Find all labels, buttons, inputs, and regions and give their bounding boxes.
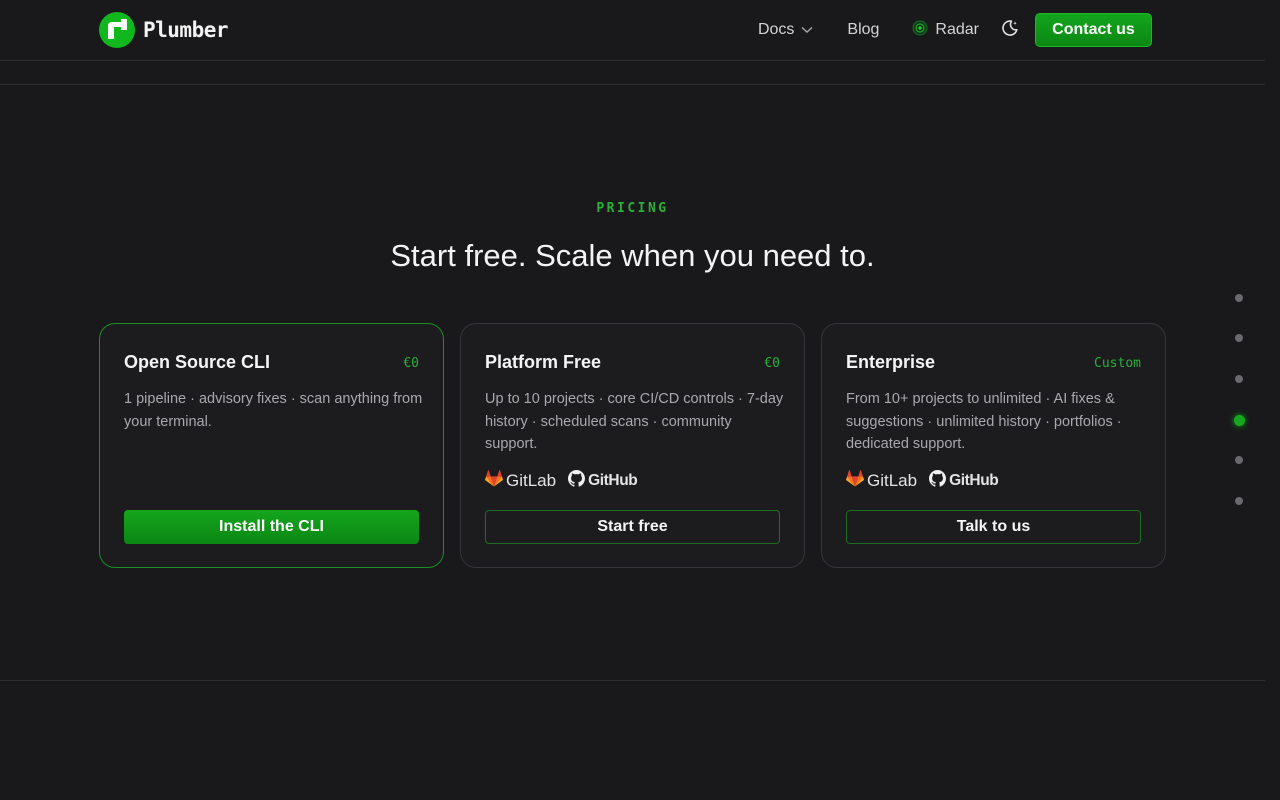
provider-list: GitLab GitHub [485, 470, 649, 492]
provider-list: GitLab GitHub [846, 470, 1010, 492]
gitlab-icon [485, 470, 503, 492]
nav-blog-label: Blog [847, 21, 880, 38]
nav-radar-label: Radar [935, 21, 979, 38]
section-dot[interactable] [1235, 375, 1243, 383]
radar-icon [912, 20, 928, 41]
nav-blog[interactable]: Blog [847, 21, 879, 39]
plan-name: Enterprise [846, 352, 936, 372]
section-dot[interactable] [1235, 456, 1243, 464]
provider-github: GitHub [568, 470, 638, 492]
contact-us-button[interactable]: Contact us [1035, 13, 1152, 47]
section-title: Start free. Scale when you need to. [390, 238, 875, 273]
provider-label: GitHub [588, 472, 638, 489]
plan-description: 1 pipeline · advisory fixes · scan anyth… [124, 391, 423, 430]
brand-name: Plumber [143, 18, 229, 42]
plan-price: €0 [403, 356, 419, 371]
provider-label: GitHub [949, 472, 999, 489]
chevron-down-icon [801, 21, 813, 39]
plan-description: Up to 10 projects · core CI/CD controls … [485, 391, 784, 452]
provider-gitlab: GitLab [846, 470, 917, 492]
provider-label: GitLab [867, 471, 918, 490]
provider-github: GitHub [929, 470, 999, 492]
plan-card-platform-free: Platform Free €0 Up to 10 projects · cor… [460, 323, 805, 568]
plan-card-enterprise: Enterprise Custom From 10+ projects to u… [821, 323, 1166, 568]
theme-toggle[interactable] [1001, 19, 1019, 42]
plan-description: From 10+ projects to unlimited · AI fixe… [846, 391, 1122, 452]
plan-name: Platform Free [485, 352, 602, 372]
plan-price: €0 [764, 356, 780, 371]
github-icon [929, 470, 947, 492]
section-dot[interactable] [1235, 497, 1243, 505]
section-dot-active[interactable] [1234, 415, 1245, 426]
provider-gitlab: GitLab [485, 470, 556, 492]
section-dot[interactable] [1235, 294, 1243, 302]
gitlab-icon [846, 470, 864, 492]
provider-label: GitLab [506, 471, 557, 490]
section-dot[interactable] [1235, 334, 1243, 342]
nav-docs[interactable]: Docs [758, 21, 813, 39]
site-header: Plumber Docs Blog Radar Contact us [0, 0, 1265, 61]
divider [0, 84, 1265, 85]
plan-card-open-source-cli: Open Source CLI €0 1 pipeline · advisory… [99, 323, 444, 568]
start-free-button[interactable]: Start free [485, 510, 780, 544]
talk-to-us-button[interactable]: Talk to us [846, 510, 1141, 544]
install-cli-button[interactable]: Install the CLI [124, 510, 419, 544]
plan-price: Custom [1094, 356, 1141, 371]
main-nav: Docs Blog Radar Contact us [758, 13, 1152, 47]
nav-docs-label: Docs [757, 21, 795, 38]
moon-icon [1001, 19, 1019, 42]
plan-name: Open Source CLI [124, 352, 271, 372]
plumber-logo-icon [99, 12, 135, 48]
section-eyebrow: PRICING [596, 201, 669, 216]
brand-logo[interactable]: Plumber [99, 12, 229, 48]
github-icon [568, 470, 586, 492]
nav-radar[interactable]: Radar [912, 20, 979, 41]
divider [0, 680, 1265, 681]
